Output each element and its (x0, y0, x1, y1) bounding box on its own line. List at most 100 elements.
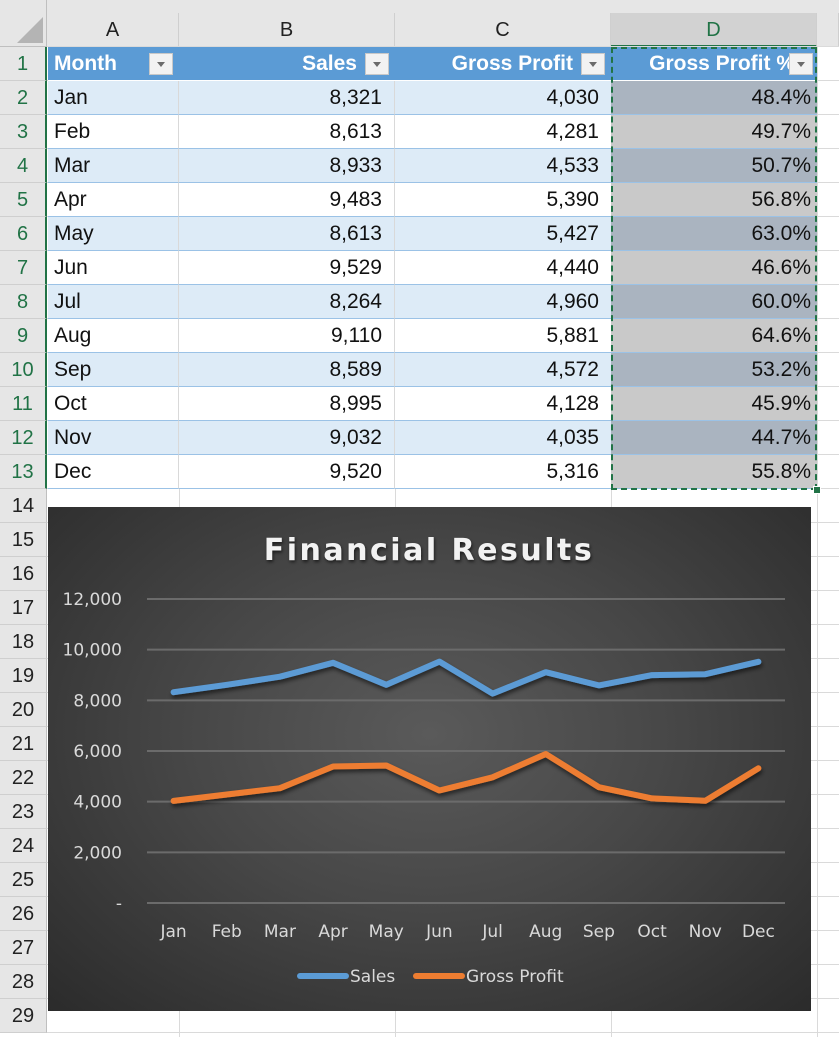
row-header-25[interactable]: 25 (0, 863, 47, 897)
x-tick-label: Feb (212, 922, 242, 942)
filter-dropdown-icon[interactable] (789, 53, 813, 75)
header-gross-profit[interactable]: Gross Profit (395, 47, 611, 81)
column-header-c[interactable]: C (395, 13, 611, 47)
cell-month[interactable]: Jul (48, 285, 179, 319)
cell-month[interactable]: Aug (48, 319, 179, 353)
row-header-12[interactable]: 12 (0, 421, 47, 455)
cell-sales[interactable]: 8,933 (179, 149, 395, 183)
row-header-21[interactable]: 21 (0, 727, 47, 761)
cell-gross-profit[interactable]: 4,035 (395, 421, 611, 455)
cell-gross-profit[interactable]: 4,030 (395, 81, 611, 115)
cell-month[interactable]: Sep (48, 353, 179, 387)
cell-sales[interactable]: 8,613 (179, 217, 395, 251)
cell-gross-profit-pct[interactable]: 64.6% (611, 319, 817, 353)
cell-gross-profit-pct[interactable]: 48.4% (611, 81, 817, 115)
cell-sales[interactable]: 9,483 (179, 183, 395, 217)
cell-sales[interactable]: 8,613 (179, 115, 395, 149)
cell-gross-profit-pct[interactable]: 53.2% (611, 353, 817, 387)
row-header-22[interactable]: 22 (0, 761, 47, 795)
row-header-28[interactable]: 28 (0, 965, 47, 999)
cell-gross-profit-pct[interactable]: 60.0% (611, 285, 817, 319)
header-gross-profit-pct[interactable]: Gross Profit % (611, 47, 817, 81)
cell-gross-profit[interactable]: 4,960 (395, 285, 611, 319)
cell-month[interactable]: Jun (48, 251, 179, 285)
row-header-13[interactable]: 13 (0, 455, 47, 489)
row-header-14[interactable]: 14 (0, 489, 47, 523)
filter-dropdown-icon[interactable] (149, 53, 173, 75)
row-header-29[interactable]: 29 (0, 999, 47, 1033)
fill-handle[interactable] (813, 486, 821, 494)
cell-gross-profit-pct[interactable]: 49.7% (611, 115, 817, 149)
x-tick-label: Nov (689, 922, 722, 942)
column-header-b[interactable]: B (179, 13, 395, 47)
cell-month[interactable]: Oct (48, 387, 179, 421)
row-header-20[interactable]: 20 (0, 693, 47, 727)
row-header-26[interactable]: 26 (0, 897, 47, 931)
row-header-16[interactable]: 16 (0, 557, 47, 591)
cell-gross-profit[interactable]: 5,316 (395, 455, 611, 489)
row-header-9[interactable]: 9 (0, 319, 47, 353)
cell-sales[interactable]: 8,995 (179, 387, 395, 421)
series-line-sales[interactable] (170, 658, 762, 697)
y-tick-label: 6,000 (73, 742, 122, 762)
cell-gross-profit[interactable]: 4,281 (395, 115, 611, 149)
cell-month[interactable]: May (48, 217, 179, 251)
row-header-8[interactable]: 8 (0, 285, 47, 319)
row-header-17[interactable]: 17 (0, 591, 47, 625)
row-header-27[interactable]: 27 (0, 931, 47, 965)
cell-gross-profit[interactable]: 5,427 (395, 217, 611, 251)
row-header-6[interactable]: 6 (0, 217, 47, 251)
cell-sales[interactable]: 8,589 (179, 353, 395, 387)
row-header-7[interactable]: 7 (0, 251, 47, 285)
row-header-24[interactable]: 24 (0, 829, 47, 863)
column-header-a[interactable]: A (47, 13, 179, 47)
row-header-18[interactable]: 18 (0, 625, 47, 659)
cell-month[interactable]: Dec (48, 455, 179, 489)
cell-month[interactable]: Feb (48, 115, 179, 149)
cell-gross-profit-pct[interactable]: 63.0% (611, 217, 817, 251)
cell-month[interactable]: Nov (48, 421, 179, 455)
select-all-button[interactable] (0, 0, 47, 47)
row-header-3[interactable]: 3 (0, 115, 47, 149)
series-line-gross-profit[interactable] (170, 751, 762, 804)
chart-y-axis: - 2,000 4,000 6,000 8,000 10,000 12,000 (63, 590, 122, 914)
cell-gross-profit[interactable]: 4,440 (395, 251, 611, 285)
row-header-10[interactable]: 10 (0, 353, 47, 387)
cell-month[interactable]: Apr (48, 183, 179, 217)
column-header-e[interactable] (817, 13, 839, 47)
row-header-23[interactable]: 23 (0, 795, 47, 829)
cell-gross-profit-pct[interactable]: 56.8% (611, 183, 817, 217)
cell-sales[interactable]: 8,321 (179, 81, 395, 115)
cell-sales[interactable]: 9,032 (179, 421, 395, 455)
row-header-1[interactable]: 1 (0, 47, 47, 81)
row-header-19[interactable]: 19 (0, 659, 47, 693)
cell-gross-profit-pct[interactable]: 46.6% (611, 251, 817, 285)
header-month[interactable]: Month (48, 47, 179, 81)
row-header-15[interactable]: 15 (0, 523, 47, 557)
cell-gross-profit-pct[interactable]: 55.8% (611, 455, 817, 489)
column-header-d[interactable]: D (611, 13, 817, 47)
filter-dropdown-icon[interactable] (581, 53, 605, 75)
filter-dropdown-icon[interactable] (365, 53, 389, 75)
cell-gross-profit[interactable]: 5,390 (395, 183, 611, 217)
row-header-2[interactable]: 2 (0, 81, 47, 115)
cell-gross-profit[interactable]: 4,128 (395, 387, 611, 421)
cell-sales[interactable]: 9,520 (179, 455, 395, 489)
cell-gross-profit-pct[interactable]: 50.7% (611, 149, 817, 183)
cell-month[interactable]: Jan (48, 81, 179, 115)
header-sales[interactable]: Sales (179, 47, 395, 81)
row-header-5[interactable]: 5 (0, 183, 47, 217)
cell-month[interactable]: Mar (48, 149, 179, 183)
row-header-11[interactable]: 11 (0, 387, 47, 421)
cell-gross-profit-pct[interactable]: 45.9% (611, 387, 817, 421)
select-all-triangle-icon (17, 17, 43, 43)
cell-gross-profit-pct[interactable]: 44.7% (611, 421, 817, 455)
cell-gross-profit[interactable]: 4,533 (395, 149, 611, 183)
chart-financial-results[interactable]: Financial Results - 2,000 4,000 6,000 8,000 1… (48, 507, 811, 1011)
cell-gross-profit[interactable]: 5,881 (395, 319, 611, 353)
cell-gross-profit[interactable]: 4,572 (395, 353, 611, 387)
cell-sales[interactable]: 9,529 (179, 251, 395, 285)
cell-sales[interactable]: 8,264 (179, 285, 395, 319)
row-header-4[interactable]: 4 (0, 149, 47, 183)
cell-sales[interactable]: 9,110 (179, 319, 395, 353)
